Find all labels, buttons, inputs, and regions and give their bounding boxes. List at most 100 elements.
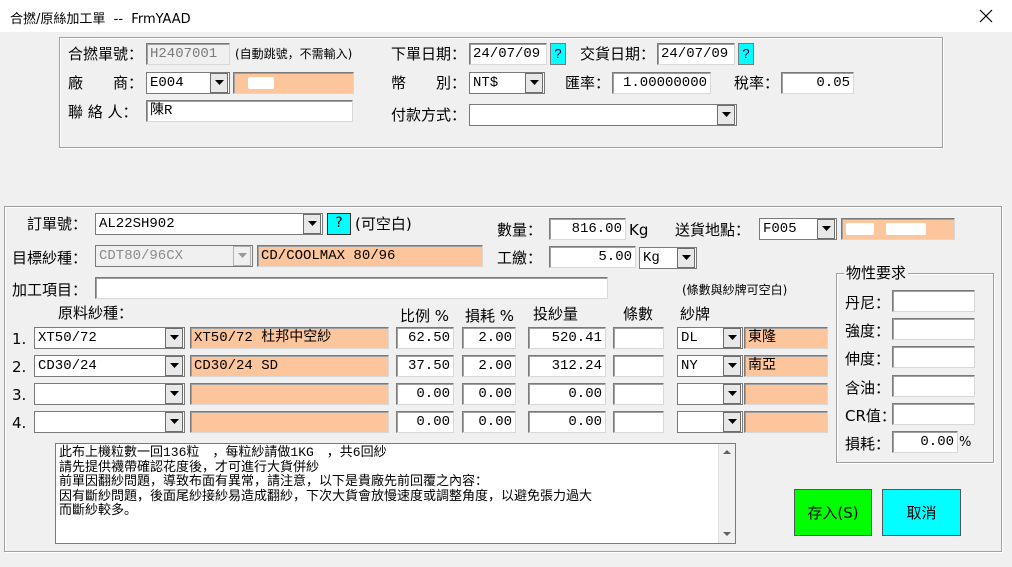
row-brand-dropdown-button[interactable]	[723, 412, 741, 432]
row-yarn-code: CD30/24	[38, 358, 97, 374]
chevron-down-icon	[307, 221, 317, 226]
chevron-down-icon	[169, 335, 179, 340]
qty-field[interactable]: 816.00	[549, 218, 626, 240]
payment-combo[interactable]	[469, 104, 737, 126]
cr-field[interactable]	[892, 403, 975, 425]
target-combo[interactable]: CDT80/96CX	[95, 245, 253, 267]
elongation-field[interactable]	[892, 346, 975, 368]
row-number: 2.	[12, 358, 27, 376]
row-brand-dropdown-button[interactable]	[723, 328, 741, 348]
redacted-mark	[886, 223, 926, 235]
chevron-down-icon	[529, 80, 539, 85]
row-count-field[interactable]	[613, 383, 664, 405]
row-yarn-combo[interactable]	[34, 411, 185, 433]
ship-name-field	[841, 218, 955, 240]
contact-field[interactable]: 陳R	[146, 100, 353, 122]
row-number: 4.	[12, 414, 27, 432]
row-yarn-combo[interactable]: CD30/24	[34, 355, 185, 377]
row-brand-code: DL	[681, 330, 698, 346]
row-yarn-dropdown-button[interactable]	[165, 328, 183, 348]
vendor-dropdown-button[interactable]	[210, 73, 228, 93]
row-count-field[interactable]	[613, 355, 664, 377]
order-date-label: 下單日期：	[391, 45, 467, 63]
row-ratio-field[interactable]: 37.50	[396, 355, 454, 377]
rate-field[interactable]: 1.00000000	[612, 72, 711, 94]
order-date-field[interactable]: 24/07/09	[469, 43, 547, 65]
denier-field[interactable]	[892, 290, 975, 312]
vendor-label: 廠 商：	[68, 74, 144, 92]
memo-scrollbar[interactable]	[718, 444, 735, 543]
target-code: CDT80/96CX	[99, 248, 184, 264]
row-brand-dropdown-button[interactable]	[723, 356, 741, 376]
chevron-down-icon	[821, 226, 831, 231]
row-ratio-field[interactable]: 0.00	[396, 411, 454, 433]
row-brand-dropdown-button[interactable]	[723, 384, 741, 404]
fee-unit-dropdown-button[interactable]	[677, 248, 695, 268]
order-no-field[interactable]: H2407001	[146, 43, 230, 65]
row-yarn-combo[interactable]: XT50/72	[34, 327, 185, 349]
order-combo[interactable]: AL22SH902	[95, 213, 323, 235]
fee-field[interactable]: 5.00	[549, 246, 636, 268]
payment-dropdown-button[interactable]	[717, 105, 735, 125]
row-loss-field[interactable]: 2.00	[462, 355, 516, 377]
chevron-down-icon	[169, 419, 179, 424]
delivery-date-field[interactable]: 24/07/09	[657, 43, 735, 65]
close-button[interactable]	[960, 0, 1012, 32]
row-feed-field[interactable]: 0.00	[528, 383, 606, 405]
redacted-mark	[846, 223, 874, 235]
chevron-down-icon	[727, 391, 737, 396]
chevron-down-icon	[721, 112, 731, 117]
row-feed-field[interactable]: 312.24	[528, 355, 606, 377]
close-icon	[979, 9, 993, 23]
brand-note: (條數與紗牌可空白)	[682, 283, 788, 297]
row-yarn-name: XT50/72 杜邦中空紗	[190, 327, 389, 349]
row-yarn-combo[interactable]	[34, 383, 185, 405]
order-no-note: (自動跳號，不需輸入)	[235, 47, 353, 61]
vendor-code: E004	[150, 75, 184, 91]
col-feed-header: 投紗量	[533, 305, 579, 323]
row-number: 3.	[12, 386, 27, 404]
row-feed-field[interactable]: 0.00	[528, 411, 606, 433]
row-ratio-field[interactable]: 62.50	[396, 327, 454, 349]
col-count-header: 條數	[623, 305, 654, 323]
save-button[interactable]: 存入(S)	[794, 489, 872, 536]
order-value: AL22SH902	[99, 216, 175, 232]
scroll-down-icon[interactable]	[723, 532, 731, 536]
memo-textarea[interactable]: 此布上機粒數一回136粒 ，每粒紗請做1KG ，共6回紗 請先提供襪帶確認花度後…	[55, 443, 736, 544]
col-brand-header: 紗牌	[680, 305, 711, 323]
ship-label: 送貨地點：	[675, 221, 751, 239]
target-dropdown-button[interactable]	[233, 246, 251, 266]
delivery-date-help-button[interactable]: ?	[738, 43, 754, 65]
scroll-up-icon[interactable]	[723, 450, 731, 454]
row-yarn-dropdown-button[interactable]	[165, 356, 183, 376]
chevron-down-icon	[169, 363, 179, 368]
process-field[interactable]	[95, 277, 608, 299]
row-loss-field[interactable]: 2.00	[462, 327, 516, 349]
row-ratio-field[interactable]: 0.00	[396, 383, 454, 405]
order-note: (可空白)	[355, 215, 412, 233]
row-yarn-dropdown-button[interactable]	[165, 412, 183, 432]
chevron-down-icon	[681, 255, 691, 260]
row-yarn-dropdown-button[interactable]	[165, 384, 183, 404]
prop-loss-label: 損耗：	[845, 435, 891, 453]
row-feed-field[interactable]: 520.41	[528, 327, 606, 349]
order-dropdown-button[interactable]	[303, 214, 321, 234]
prop-loss-field[interactable]: 0.00	[892, 431, 958, 453]
row-loss-field[interactable]: 0.00	[462, 383, 516, 405]
row-loss-field[interactable]: 0.00	[462, 411, 516, 433]
ship-dropdown-button[interactable]	[817, 219, 835, 239]
tax-field[interactable]: 0.05	[781, 72, 854, 94]
order-help-button[interactable]: ?	[327, 213, 351, 235]
cancel-button[interactable]: 取消	[882, 489, 961, 536]
oil-field[interactable]	[892, 375, 975, 397]
order-date-help-button[interactable]: ?	[550, 43, 566, 65]
currency-dropdown-button[interactable]	[525, 73, 543, 93]
row-count-field[interactable]	[613, 411, 664, 433]
redacted-mark	[248, 77, 274, 89]
row-brand-name	[744, 411, 828, 433]
tax-label: 稅率：	[734, 74, 780, 92]
row-count-field[interactable]	[613, 327, 664, 349]
tenacity-field[interactable]	[892, 318, 975, 340]
qty-unit: Kg	[629, 221, 649, 239]
prop-loss-unit: %	[959, 435, 972, 450]
